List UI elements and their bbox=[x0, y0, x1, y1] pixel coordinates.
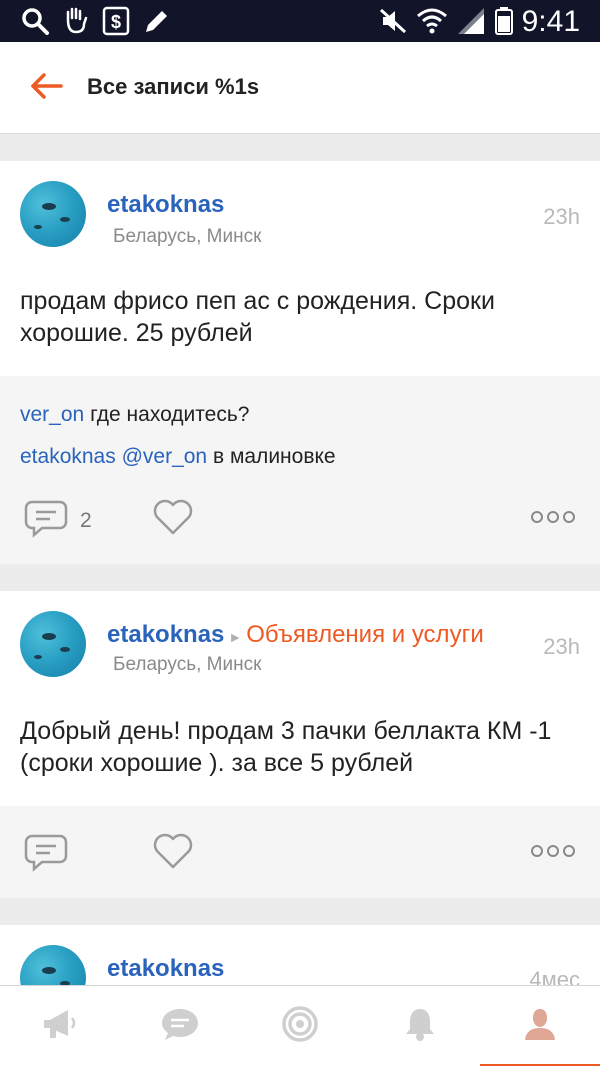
comment-button[interactable]: 2 bbox=[24, 498, 92, 543]
dollar-icon: $ bbox=[102, 6, 130, 36]
post-time: 4мес bbox=[529, 967, 580, 985]
comment-button[interactable] bbox=[24, 832, 80, 877]
comment-mention[interactable]: @ver_on bbox=[122, 445, 208, 468]
more-dots-icon bbox=[530, 844, 576, 863]
nav-notifications[interactable] bbox=[360, 986, 480, 1066]
heart-icon bbox=[152, 832, 194, 875]
location: Беларусь, Минск bbox=[113, 226, 262, 247]
post-card[interactable]: etakoknas Беларусь, Минск 23h продам фри… bbox=[0, 161, 600, 376]
triangle-right-icon: ► bbox=[228, 629, 243, 645]
comment-author[interactable]: etakoknas bbox=[20, 445, 116, 468]
target-icon bbox=[281, 1005, 319, 1048]
location: Беларусь, Минск bbox=[113, 654, 262, 675]
back-button[interactable] bbox=[26, 70, 66, 106]
comment[interactable]: etakoknas @ver_on в малиновке bbox=[20, 445, 336, 469]
chat-icon bbox=[160, 1006, 200, 1047]
post-text: Добрый день! продам 3 пачки беллакта КМ … bbox=[20, 717, 552, 777]
profile-icon bbox=[522, 1006, 558, 1047]
svg-text:$: $ bbox=[111, 12, 121, 32]
avatar[interactable] bbox=[20, 945, 86, 985]
author-name-text[interactable]: etakoknas bbox=[107, 621, 224, 648]
like-button[interactable] bbox=[152, 832, 194, 875]
pencil-icon bbox=[142, 6, 170, 36]
nav-profile[interactable] bbox=[480, 986, 600, 1066]
post-actions bbox=[0, 806, 600, 898]
hand-icon bbox=[62, 6, 90, 36]
post-time: 23h bbox=[543, 634, 580, 659]
post-card[interactable]: etakoknas ► Объявления и услуги Беларусь, … bbox=[0, 591, 600, 806]
post-actions: 2 bbox=[0, 482, 600, 564]
post-text: продам фрисо пеп ас с рождения. Сроки хо… bbox=[20, 287, 495, 347]
author-name[interactable]: etakoknas bbox=[107, 955, 224, 983]
battery-icon bbox=[494, 6, 514, 36]
post-card[interactable]: etakoknas 4мес bbox=[0, 925, 600, 985]
megaphone-icon bbox=[40, 1006, 80, 1047]
clock: 9:41 bbox=[521, 5, 580, 38]
comment-text: где находитесь? bbox=[90, 403, 250, 426]
group-link[interactable]: Объявления и услуги bbox=[246, 621, 483, 648]
comment-bubble-icon bbox=[24, 832, 68, 877]
like-button[interactable] bbox=[152, 498, 194, 541]
more-button[interactable] bbox=[530, 844, 576, 863]
comment-count: 2 bbox=[80, 508, 92, 532]
mute-icon bbox=[378, 6, 408, 36]
bottom-navigation bbox=[0, 985, 600, 1066]
wifi-icon bbox=[416, 6, 448, 36]
comment-bubble-icon bbox=[24, 498, 68, 543]
post-time: 23h bbox=[543, 204, 580, 229]
bell-icon bbox=[403, 1006, 437, 1047]
nav-discover[interactable] bbox=[240, 986, 360, 1066]
comment[interactable]: ver_on где находитесь? bbox=[20, 403, 249, 427]
author-name[interactable]: etakoknas bbox=[107, 191, 224, 219]
search-icon bbox=[20, 6, 50, 36]
page-title: Все записи %1s bbox=[87, 74, 260, 99]
heart-icon bbox=[152, 498, 194, 541]
author-name[interactable]: etakoknas ► Объявления и услуги bbox=[107, 621, 484, 649]
avatar[interactable] bbox=[20, 181, 86, 247]
nav-messages[interactable] bbox=[120, 986, 240, 1066]
more-button[interactable] bbox=[530, 510, 576, 529]
avatar[interactable] bbox=[20, 611, 86, 677]
signal-icon bbox=[456, 6, 486, 36]
back-arrow-icon bbox=[29, 72, 63, 105]
status-bar: $ 9:41 bbox=[0, 0, 600, 42]
nav-feed[interactable] bbox=[0, 986, 120, 1066]
comment-text: в малиновке bbox=[212, 445, 336, 468]
more-dots-icon bbox=[530, 510, 576, 529]
app-bar: Все записи %1s bbox=[0, 42, 600, 134]
comments-section: ver_on где находитесь? etakoknas @ver_on… bbox=[0, 376, 600, 482]
comment-author[interactable]: ver_on bbox=[20, 403, 84, 426]
